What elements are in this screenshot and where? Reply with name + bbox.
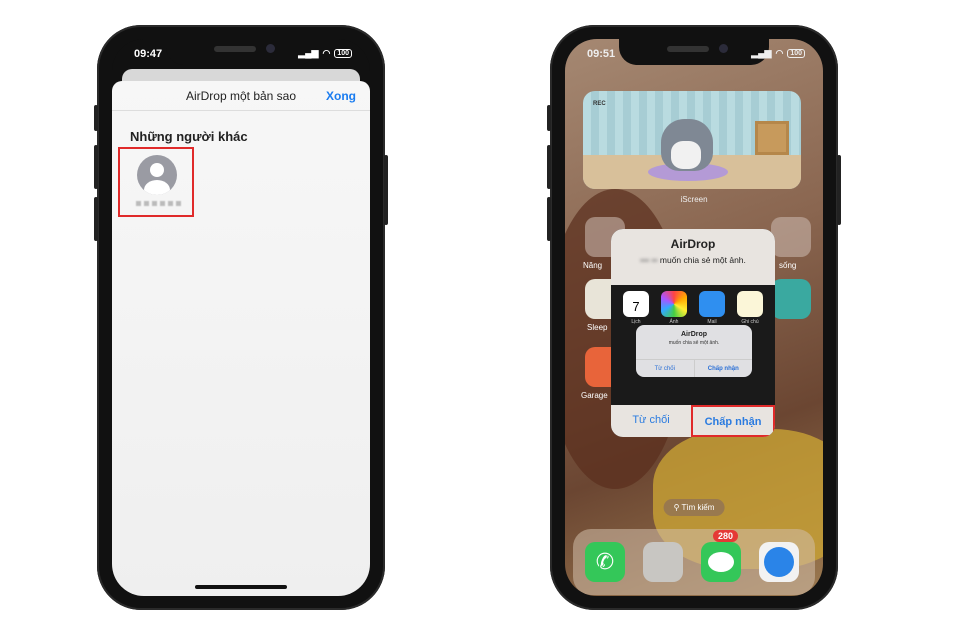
side-button [94, 105, 98, 131]
done-button[interactable]: Xong [326, 89, 356, 103]
signal-icon: ▂▄▆ [298, 48, 319, 58]
phone-icon[interactable]: ✆ [585, 542, 625, 582]
section-title: Những người khác [130, 129, 248, 144]
preview-inner-alert: AirDrop muốn chia sẻ một ảnh. Từ chối Chấ… [636, 325, 752, 377]
dock: ✆ [573, 529, 815, 595]
inner-alert-title: AirDrop [680, 331, 708, 338]
volume-up-button [94, 145, 98, 189]
messages-icon[interactable] [701, 542, 741, 582]
signal-icon: ▂▄▆ [751, 48, 772, 58]
messages-badge: 280 [713, 530, 739, 542]
status-icons: ▂▄▆ ◠ 100 [298, 48, 352, 59]
app-label: Sleep [587, 323, 608, 332]
power-button [837, 155, 841, 225]
calendar-icon: 7 [623, 291, 649, 317]
search-label: Tìm kiếm [681, 503, 715, 512]
volume-up-button [547, 145, 551, 189]
volume-down-button [94, 197, 98, 241]
airdrop-alert: AirDrop ▪▪▪ ▪▪ muốn chia sẻ một ảnh. 7 L… [611, 229, 775, 437]
battery-icon: 100 [787, 49, 805, 58]
widget-label: iScreen [680, 195, 708, 204]
right-phone: 09:51 ▂▄▆ ◠ 100 REC iScreen Năng sống Slee… [547, 25, 841, 610]
alert-title: AirDrop [670, 237, 716, 251]
contacts-icon[interactable] [643, 542, 683, 582]
rec-label: REC [593, 101, 606, 107]
inner-accept: Chấp nhận [693, 360, 753, 377]
iscreen-widget[interactable]: REC [583, 91, 801, 189]
inner-alert-message: muốn chia sẻ một ảnh. [668, 340, 720, 346]
notes-icon [737, 291, 763, 317]
sheet-title: AirDrop một bản sao [185, 88, 297, 103]
home-screen: 09:51 ▂▄▆ ◠ 100 REC iScreen Năng sống Slee… [565, 39, 823, 596]
status-icons: ▂▄▆ ◠ 100 [751, 48, 805, 59]
decline-button[interactable]: Từ chối [611, 405, 691, 437]
image-preview: 7 Lịch Ảnh Mail Ghi chú AirDrop muốn chi… [611, 285, 775, 405]
alert-message: ▪▪▪ ▪▪ muốn chia sẻ một ảnh. [640, 255, 746, 265]
status-time: 09:47 [134, 48, 163, 60]
avatar-icon [137, 155, 177, 195]
home-indicator [195, 585, 287, 589]
battery-icon: 100 [334, 49, 352, 58]
app-label: sống [779, 261, 797, 270]
wifi-icon: ◠ [322, 48, 331, 58]
left-screen: 09:47 ▂▄▆ ◠ 100 AirDrop một bản sao Xong N… [112, 39, 370, 596]
notch [166, 39, 316, 65]
status-time: 09:51 [587, 48, 616, 60]
mail-icon [699, 291, 725, 317]
power-button [384, 155, 388, 225]
wifi-icon: ◠ [775, 48, 784, 58]
widget-app-icon[interactable] [771, 279, 811, 319]
side-button [547, 105, 551, 131]
volume-down-button [547, 197, 551, 241]
app-label: Năng [583, 261, 603, 270]
airdrop-peer[interactable] [118, 147, 194, 217]
inner-decline: Từ chối [654, 366, 675, 372]
notch [619, 39, 769, 65]
search-pill[interactable]: ⚲ Tìm kiếm [663, 499, 725, 516]
cat-illustration [661, 119, 713, 171]
photos-icon [661, 291, 687, 317]
app-label: Garage [581, 391, 608, 400]
accept-button[interactable]: Chấp nhận [691, 405, 775, 437]
search-icon: ⚲ [673, 503, 682, 512]
sheet-header: AirDrop một bản sao Xong [112, 81, 370, 111]
left-phone: 09:47 ▂▄▆ ◠ 100 AirDrop một bản sao Xong N… [94, 25, 388, 610]
blurred-peer-name [136, 201, 182, 206]
folder-icon[interactable] [771, 217, 811, 257]
airdrop-share-sheet: AirDrop một bản sao Xong Những người khá… [112, 81, 370, 596]
safari-icon[interactable] [759, 542, 799, 582]
bookshelf [755, 121, 789, 155]
